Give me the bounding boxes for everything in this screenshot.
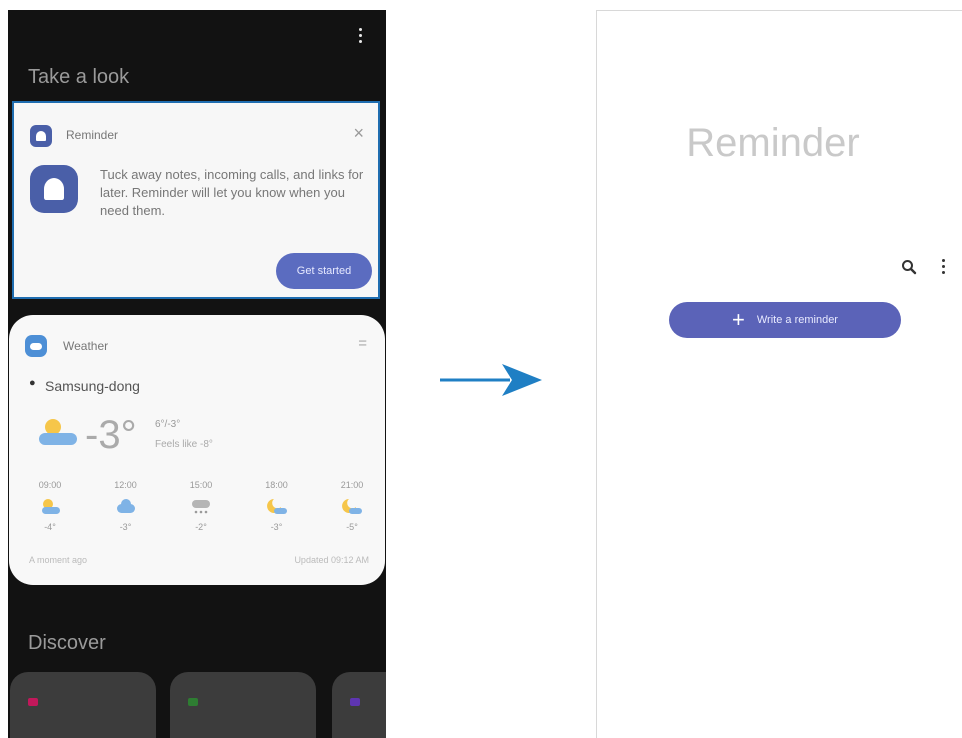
moon-cloud-icon — [342, 499, 362, 514]
weather-footer-source: A moment ago — [29, 555, 88, 565]
temperature-range: 6°/-3° — [155, 419, 181, 430]
write-reminder-label: Write a reminder — [756, 314, 838, 326]
more-options-icon[interactable] — [941, 259, 945, 277]
reminder-card-title: Reminder — [66, 128, 119, 142]
plus-icon: + — [732, 307, 745, 332]
tile-icon — [28, 698, 38, 706]
hour-temp: -2° — [195, 522, 207, 532]
hour-temp: -5° — [346, 522, 358, 532]
feels-like: Feels like -8° — [155, 439, 213, 450]
tile-icon — [350, 698, 360, 706]
hour-time: 09:00 — [38, 480, 62, 490]
moon-cloud-icon — [266, 499, 287, 514]
weather-app-icon — [25, 335, 47, 357]
section-title-take-a-look: Take a look — [28, 66, 130, 88]
weather-card[interactable]: Weather = ● Samsung-dong -3° 6°/-3° Feel… — [9, 315, 385, 585]
weather-card-title: Weather — [63, 339, 109, 353]
search-icon[interactable] — [901, 259, 917, 275]
discover-tile[interactable] — [332, 672, 386, 738]
right-phone-screen: Reminder + Write a reminder — [596, 10, 962, 738]
discover-tile[interactable] — [170, 672, 316, 738]
sun-cloud-icon — [42, 499, 60, 514]
hourly-item: 15:00 -2° — [176, 480, 226, 532]
left-phone-screen: Take a look Reminder × Tuck away notes, … — [8, 10, 386, 738]
tile-icon — [188, 698, 198, 706]
hour-temp: -3° — [270, 522, 283, 532]
transition-arrow-icon — [440, 364, 542, 396]
hour-time: 21:00 — [340, 480, 364, 490]
hourly-item: 09:00 -4° — [25, 480, 75, 532]
write-reminder-button[interactable]: + Write a reminder — [669, 302, 901, 338]
discover-tile[interactable] — [10, 672, 156, 738]
hour-time: 18:00 — [265, 480, 288, 490]
close-icon[interactable]: × — [353, 123, 364, 144]
reminder-large-icon — [30, 165, 78, 213]
location-pin-icon: ● — [29, 377, 36, 389]
hour-time: 12:00 — [114, 480, 137, 490]
hour-temp: -4° — [44, 522, 56, 532]
current-temperature: -3° — [85, 413, 137, 457]
reminder-app-icon — [30, 125, 52, 147]
snow-cloud-icon — [192, 500, 210, 514]
drag-handle-icon[interactable]: = — [358, 335, 367, 352]
cloud-icon — [116, 499, 135, 513]
section-title-discover: Discover — [28, 632, 106, 654]
hourly-item: 21:00 -5° — [327, 480, 377, 532]
reminder-card[interactable]: Reminder × Tuck away notes, incoming cal… — [12, 101, 380, 299]
reminder-app-title: Reminder — [686, 121, 860, 165]
more-options-icon[interactable] — [358, 28, 362, 44]
reminder-card-description: Tuck away notes, incoming calls, and lin… — [100, 167, 364, 218]
bell-icon — [44, 178, 64, 200]
hourly-item: 12:00 -3° — [101, 480, 151, 532]
hourly-item: 18:00 -3° — [252, 480, 302, 532]
weather-location: Samsung-dong — [45, 378, 140, 394]
sun-cloud-icon — [39, 419, 77, 445]
weather-footer-updated: Updated 09:12 AM — [294, 555, 369, 565]
hour-time: 15:00 — [189, 480, 213, 490]
get-started-button[interactable]: Get started — [276, 253, 372, 289]
bell-icon — [36, 131, 46, 141]
hourly-forecast: 09:00 -4° 12:00 -3° 15:00 -2° 18:00 -3° … — [25, 480, 377, 532]
hour-temp: -3° — [119, 522, 132, 532]
